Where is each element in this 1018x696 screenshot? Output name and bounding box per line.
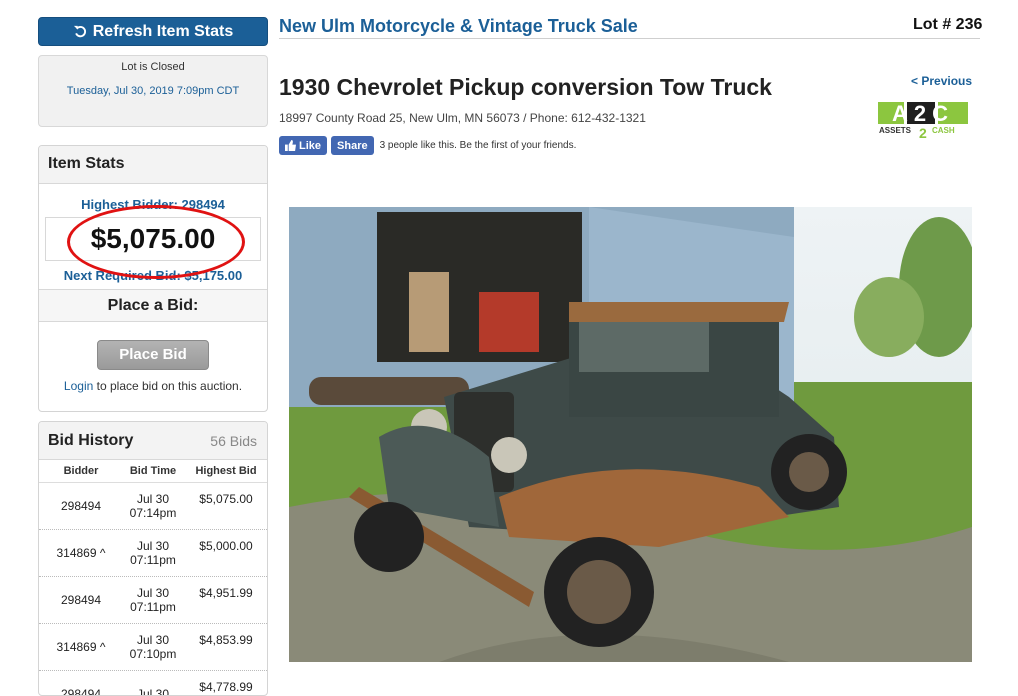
- table-row: 314869 ^ Jul 30 07:11pm $5,000.00: [39, 530, 267, 577]
- share-label: Share: [337, 139, 368, 152]
- facebook-like-button[interactable]: Like: [279, 136, 328, 155]
- row-time: Jul 30 07:11pm: [130, 586, 176, 614]
- login-link[interactable]: Login: [64, 379, 93, 393]
- assets-2-cash-logo: A2C ASSETS 2 CASH: [878, 101, 968, 141]
- previous-link[interactable]: < Previous: [911, 74, 972, 88]
- svg-text:CASH: CASH: [932, 126, 955, 135]
- row-bidder: 298494: [60, 687, 102, 696]
- row-time: Jul 30 07:11pm: [130, 539, 176, 567]
- column-highest-bid: Highest Bid: [195, 465, 257, 477]
- item-stats-panel: Item Stats Highest Bidder: 298494 $5,075…: [38, 145, 268, 412]
- highest-bidder: Highest Bidder: 298494: [81, 197, 225, 212]
- lot-number: Lot # 236: [913, 16, 983, 33]
- row-bidder: 314869 ^: [56, 546, 106, 560]
- like-label: Like: [299, 139, 322, 152]
- bid-history-heading: Bid History: [48, 431, 134, 449]
- row-time: Jul 30 07:10pm: [129, 633, 177, 661]
- login-text: to place bid on this auction.: [93, 379, 243, 393]
- row-time: Jul 30: [136, 687, 170, 696]
- facebook-share-button[interactable]: Share: [331, 136, 374, 155]
- current-price: $5,075.00: [45, 217, 261, 261]
- social-row: Like Share 3 people like this. Be the fi…: [279, 136, 576, 155]
- bid-count: 56 Bids: [210, 432, 257, 449]
- place-bid-button[interactable]: Place Bid: [97, 340, 209, 370]
- table-row: 314869 ^ Jul 30 07:10pm $4,853.99: [39, 624, 267, 671]
- row-bidder: 298494: [60, 593, 102, 607]
- item-title: 1930 Chevrolet Pickup conversion Tow Tru…: [279, 74, 772, 100]
- divider: [279, 38, 980, 39]
- svg-text:A2C: A2C: [892, 101, 954, 126]
- truck-photo[interactable]: [289, 207, 972, 662]
- sale-title-link[interactable]: New Ulm Motorcycle & Vintage Truck Sale: [279, 16, 638, 37]
- svg-text:2: 2: [919, 125, 927, 141]
- table-row: 298494 Jul 30 $4,778.99: [39, 671, 267, 696]
- item-stats-heading: Item Stats: [39, 146, 267, 184]
- bid-history-panel: Bid History 56 Bids Bidder Bid Time High…: [38, 421, 268, 696]
- closed-date: Tuesday, Jul 30, 2019 7:09pm CDT: [66, 85, 240, 97]
- bid-history-header: Bid History 56 Bids: [39, 422, 267, 460]
- next-required-bid: Next Required Bid: $5,175.00: [63, 268, 243, 283]
- table-row: 298494 Jul 30 07:14pm $5,075.00: [39, 483, 267, 530]
- refresh-label: Refresh Item Stats: [92, 22, 234, 40]
- lot-status: Lot is Closed: [121, 61, 185, 73]
- bid-history-columns: Bidder Bid Time Highest Bid: [39, 460, 267, 483]
- row-amount: $5,075.00: [199, 492, 253, 506]
- table-row: 298494 Jul 30 07:11pm $4,951.99: [39, 577, 267, 624]
- place-bid-heading: Place a Bid:: [39, 289, 267, 322]
- thumbs-up-icon: [285, 140, 296, 151]
- column-bid-time: Bid Time: [129, 465, 177, 477]
- login-line: Login to place bid on this auction.: [39, 379, 267, 393]
- row-amount: $4,951.99: [199, 586, 253, 600]
- row-amount: $5,000.00: [199, 539, 253, 553]
- refresh-icon: [73, 25, 86, 38]
- row-amount: $4,853.99: [199, 633, 253, 647]
- row-bidder: 298494: [60, 499, 102, 513]
- like-count-text: 3 people like this. Be the first of your…: [379, 140, 577, 151]
- column-bidder: Bidder: [63, 465, 99, 477]
- svg-text:ASSETS: ASSETS: [879, 126, 912, 135]
- address-line: 18997 County Road 25, New Ulm, MN 56073 …: [279, 111, 646, 125]
- refresh-item-stats-button[interactable]: Refresh Item Stats: [38, 17, 268, 46]
- lot-status-box: Lot is Closed Tuesday, Jul 30, 2019 7:09…: [38, 55, 268, 127]
- row-time: Jul 30 07:14pm: [129, 492, 177, 520]
- row-bidder: 314869 ^: [56, 640, 106, 654]
